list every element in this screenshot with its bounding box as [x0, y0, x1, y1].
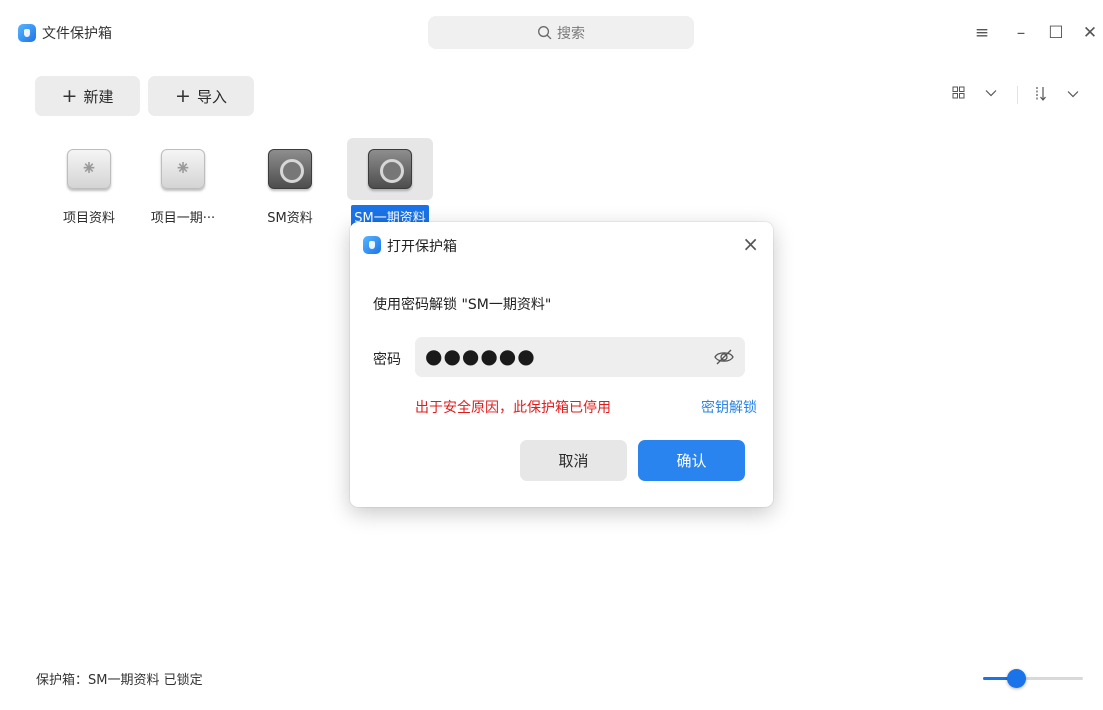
cancel-button[interactable]: 取消: [520, 440, 627, 481]
vault-label: 项目一期···: [150, 211, 216, 226]
vault-item[interactable]: 项目一期···: [140, 138, 226, 230]
status-text: 保护箱：SM一期资料 已锁定: [36, 673, 203, 688]
menu-button[interactable]: ≡: [969, 20, 995, 46]
sort-icon: [1036, 87, 1046, 101]
import-vault-label: 导入: [196, 87, 227, 106]
minimize-button[interactable]: –: [1008, 20, 1034, 46]
dialog-title: 打开保护箱: [387, 239, 457, 255]
vault-label: 项目资料: [62, 211, 115, 226]
new-vault-button[interactable]: + 新建: [35, 76, 140, 116]
new-vault-label: 新建: [83, 87, 114, 106]
vault-item[interactable]: SM资料: [247, 138, 333, 230]
vault-icon-wrap: [140, 138, 226, 200]
unlocked-vault-icon: [161, 149, 205, 189]
plus-icon: +: [175, 84, 191, 107]
vault-label: SM资料: [267, 211, 313, 226]
close-icon: ✕: [1082, 23, 1098, 43]
view-mode-dropdown[interactable]: [952, 86, 997, 99]
search-icon: [538, 26, 552, 40]
import-vault-button[interactable]: + 导入: [148, 76, 254, 116]
vault-item[interactable]: 项目资料: [46, 138, 132, 230]
vault-icon-wrap: [247, 138, 333, 200]
app-title: 文件保护箱: [42, 26, 112, 42]
zoom-slider[interactable]: [983, 669, 1083, 688]
sort-dropdown[interactable]: [1034, 86, 1079, 101]
unlocked-vault-icon: [67, 149, 111, 189]
grid-view-icon: [952, 86, 965, 99]
close-window-button[interactable]: ✕: [1077, 20, 1103, 46]
maximize-icon: ☐: [1048, 23, 1064, 43]
zoom-slider-thumb[interactable]: [1006, 669, 1026, 688]
vault-item-selected[interactable]: SM一期资料: [347, 138, 433, 230]
app-logo-icon: [363, 236, 381, 254]
search-placeholder: 搜索: [557, 25, 585, 42]
key-unlock-link[interactable]: 密钥解锁: [701, 397, 757, 417]
password-value: ●●●●●●: [425, 344, 536, 368]
chevron-down-icon: [985, 89, 997, 96]
title-bar: 文件保护箱 搜索 ≡ – ☐ ✕: [0, 0, 1103, 62]
minimize-icon: –: [1016, 23, 1026, 43]
unlock-message: 使用密码解锁 "SM一期资料": [373, 297, 552, 313]
locked-vault-icon: [268, 149, 312, 189]
open-vault-dialog: 打开保护箱 × 使用密码解锁 "SM一期资料" 密码 ●●●●●● 出于安全原因…: [350, 222, 773, 507]
app-logo-icon: [18, 24, 36, 42]
chevron-down-icon: [1067, 90, 1079, 97]
search-input[interactable]: 搜索: [428, 16, 694, 49]
eye-hidden-icon[interactable]: [713, 347, 735, 367]
plus-icon: +: [61, 84, 78, 107]
maximize-button[interactable]: ☐: [1043, 20, 1069, 46]
vault-icon-wrap: [347, 138, 433, 200]
password-label: 密码: [373, 352, 401, 368]
confirm-button[interactable]: 确认: [638, 440, 745, 481]
hamburger-icon: ≡: [974, 23, 990, 43]
dialog-close-button[interactable]: ×: [742, 232, 759, 256]
password-field[interactable]: ●●●●●●: [415, 337, 745, 377]
locked-vault-icon: [368, 149, 412, 189]
vault-icon-wrap: [46, 138, 132, 200]
vault-disabled-warning: 出于安全原因，此保护箱已停用: [415, 400, 611, 416]
toolbar-divider: [1017, 86, 1018, 104]
